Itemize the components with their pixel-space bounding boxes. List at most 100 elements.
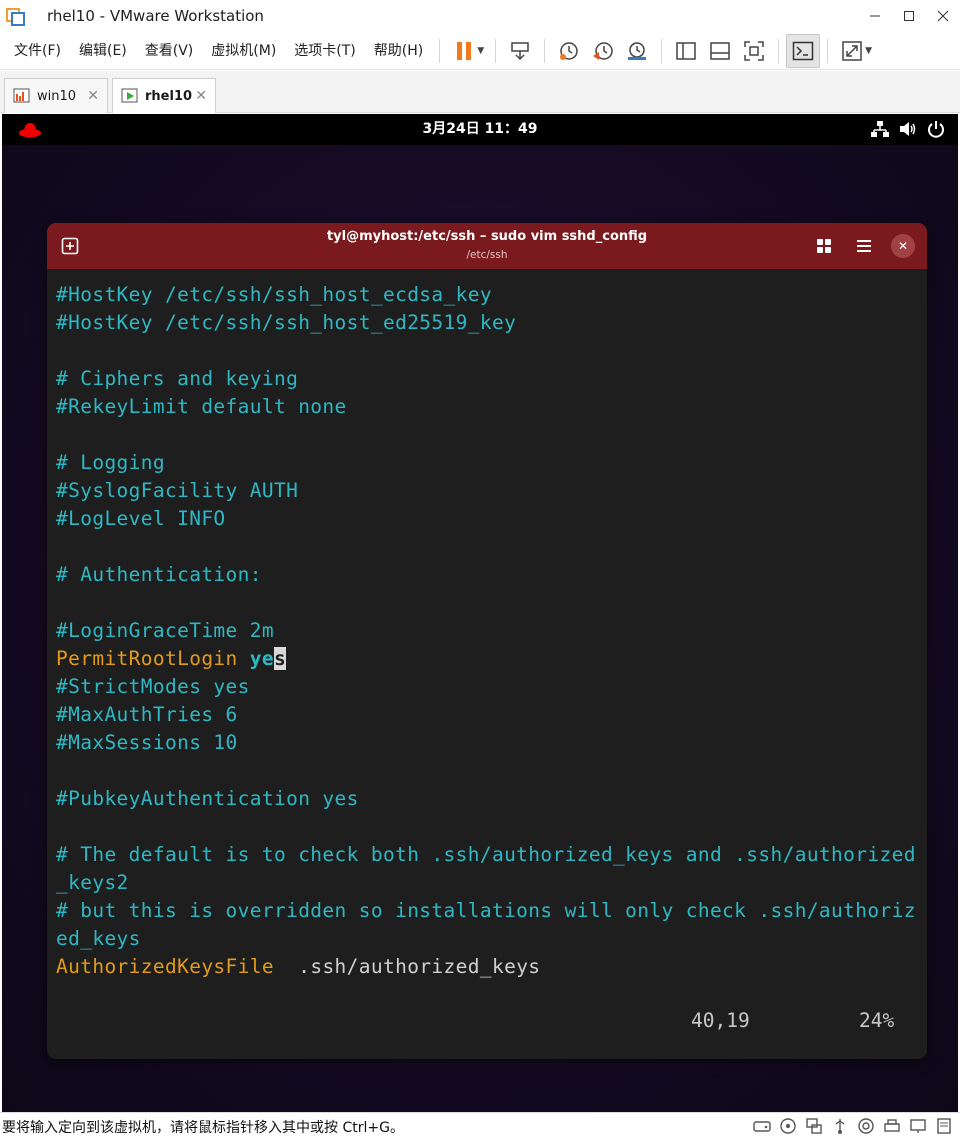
send-keys-icon	[511, 41, 529, 60]
config-line: #StrictModes yes	[56, 675, 250, 698]
config-line: #RekeyLimit default none	[56, 395, 347, 418]
close-icon	[937, 10, 949, 22]
tab-overview-button[interactable]	[812, 234, 836, 258]
config-line: #PubkeyAuthentication yes	[56, 787, 359, 810]
tab-label: win10	[37, 88, 77, 104]
minimize-button[interactable]	[858, 0, 892, 32]
config-line: #HostKey /etc/ssh/ssh_host_ed25519_key	[56, 311, 517, 334]
power-icon[interactable]	[926, 119, 946, 139]
menu-toolbar: 文件(F) 编辑(E) 查看(V) 虚拟机(M) 选项卡(T) 帮助(H) ▼ …	[0, 32, 960, 70]
sound-card-icon[interactable]	[856, 1116, 876, 1136]
config-key: AuthorizedKeysFile	[56, 955, 274, 978]
close-tab-icon[interactable]: ✕	[195, 88, 207, 104]
fullscreen-frame-icon	[744, 40, 764, 61]
terminal-subtitle: /etc/ssh	[466, 249, 508, 261]
config-line: #MaxAuthTries 6	[56, 703, 238, 726]
thumbnail-layout-icon	[710, 41, 730, 60]
display-icon[interactable]	[908, 1116, 928, 1136]
gnome-clock[interactable]: 3月24日 11：49	[2, 114, 958, 145]
config-key: PermitRootLogin	[56, 647, 238, 670]
vim-buffer[interactable]: #HostKey /etc/ssh/ssh_host_ecdsa_key #Ho…	[56, 281, 918, 981]
close-tab-icon[interactable]: ✕	[87, 88, 99, 104]
menu-vm[interactable]: 虚拟机(M)	[202, 32, 285, 70]
tab-win10[interactable]: win10 ✕	[4, 78, 108, 113]
config-line: # Authentication:	[56, 563, 262, 586]
pause-icon	[457, 41, 472, 60]
hard-disk-icon[interactable]	[752, 1116, 772, 1136]
window-title-bar: rhel10 - VMware Workstation	[0, 0, 960, 32]
stretch-icon	[842, 40, 862, 61]
tab-rhel10[interactable]: rhel10 ✕	[112, 78, 216, 113]
toolbar-divider	[778, 38, 780, 63]
take-snapshot-button[interactable]	[552, 34, 586, 68]
revert-snapshot-button[interactable]	[586, 34, 620, 68]
terminal-window: tyl@myhost:/etc/ssh – sudo vim sshd_conf…	[47, 223, 927, 1059]
console-view-button[interactable]	[786, 33, 821, 68]
config-line: #SyslogFacility AUTH	[56, 479, 299, 502]
toolbar-divider	[544, 38, 546, 63]
close-window-button[interactable]	[926, 0, 960, 32]
config-line-active: PermitRootLogin yes	[56, 645, 918, 673]
send-ctrl-alt-del-button[interactable]	[503, 34, 537, 68]
vm-display[interactable]: 3月24日 11：49 tyl@myhost:/etc/ssh – sudo v…	[2, 114, 958, 1112]
show-thumbnail-bar-button[interactable]	[703, 34, 737, 68]
vim-scroll-percent: 24%	[859, 1009, 895, 1032]
sidebar-layout-icon	[676, 41, 696, 60]
menu-help[interactable]: 帮助(H)	[365, 32, 432, 70]
terminal-icon	[792, 41, 814, 60]
volume-icon[interactable]	[898, 119, 918, 139]
terminal-header-bar: tyl@myhost:/etc/ssh – sudo vim sshd_conf…	[47, 223, 927, 269]
message-log-icon[interactable]	[934, 1116, 954, 1136]
snapshot-clock-icon	[560, 41, 578, 60]
menu-tabs[interactable]: 选项卡(T)	[285, 32, 364, 70]
menu-edit[interactable]: 编辑(E)	[70, 32, 136, 70]
minimize-icon	[870, 15, 880, 17]
menu-view[interactable]: 查看(V)	[136, 32, 203, 70]
window-title: rhel10 - VMware Workstation	[47, 7, 264, 25]
snapshot-manager-button[interactable]	[620, 34, 654, 68]
config-line: #LogLevel INFO	[56, 507, 226, 530]
vm-off-icon	[13, 88, 30, 103]
status-message: 要将输入定向到该虚拟机，请将鼠标指针移入其中或按 Ctrl+G。	[2, 1119, 404, 1136]
full-screen-button[interactable]	[737, 34, 771, 68]
hamburger-menu-icon	[857, 240, 871, 252]
snapshot-manager-icon	[628, 41, 647, 60]
stretch-dropdown-icon[interactable]: ▼	[865, 46, 872, 56]
terminal-title: tyl@myhost:/etc/ssh – sudo vim sshd_conf…	[326, 229, 648, 244]
vmware-status-bar: 要将输入定向到该虚拟机，请将鼠标指针移入其中或按 Ctrl+G。	[0, 1112, 960, 1140]
config-line: #MaxSessions 10	[56, 731, 238, 754]
terminal-menu-button[interactable]	[852, 234, 876, 258]
network-icon[interactable]	[870, 119, 890, 139]
maximize-button[interactable]	[892, 0, 926, 32]
stretch-guest-button[interactable]	[835, 34, 869, 68]
printer-icon[interactable]	[882, 1116, 902, 1136]
vmware-logo-icon	[6, 6, 26, 26]
config-line: # The default is to check both .ssh/auth…	[56, 843, 916, 866]
config-line: AuthorizedKeysFile .ssh/authorized_keys	[56, 953, 918, 981]
network-adapter-icon[interactable]	[804, 1116, 824, 1136]
vm-running-icon	[121, 88, 138, 103]
config-line: # but this is overridden so installation…	[56, 899, 916, 922]
terminal-close-button[interactable]: ✕	[891, 234, 915, 258]
suspend-button[interactable]	[447, 34, 481, 68]
config-line: ed_keys	[56, 927, 141, 950]
menu-file[interactable]: 文件(F)	[0, 32, 70, 70]
config-line: # Logging	[56, 451, 165, 474]
suspend-dropdown-icon[interactable]: ▼	[477, 46, 484, 56]
config-line: #HostKey /etc/ssh/ssh_host_ecdsa_key	[56, 283, 492, 306]
config-line: # Ciphers and keying	[56, 367, 299, 390]
tab-label: rhel10	[145, 88, 193, 104]
revert-clock-icon	[593, 41, 613, 60]
vm-tab-strip: win10 ✕ rhel10 ✕	[0, 71, 960, 113]
toolbar-divider	[439, 38, 441, 63]
cd-dvd-icon[interactable]	[778, 1116, 798, 1136]
usb-icon[interactable]	[830, 1116, 850, 1136]
show-library-button[interactable]	[669, 34, 703, 68]
toolbar-divider	[661, 38, 663, 63]
